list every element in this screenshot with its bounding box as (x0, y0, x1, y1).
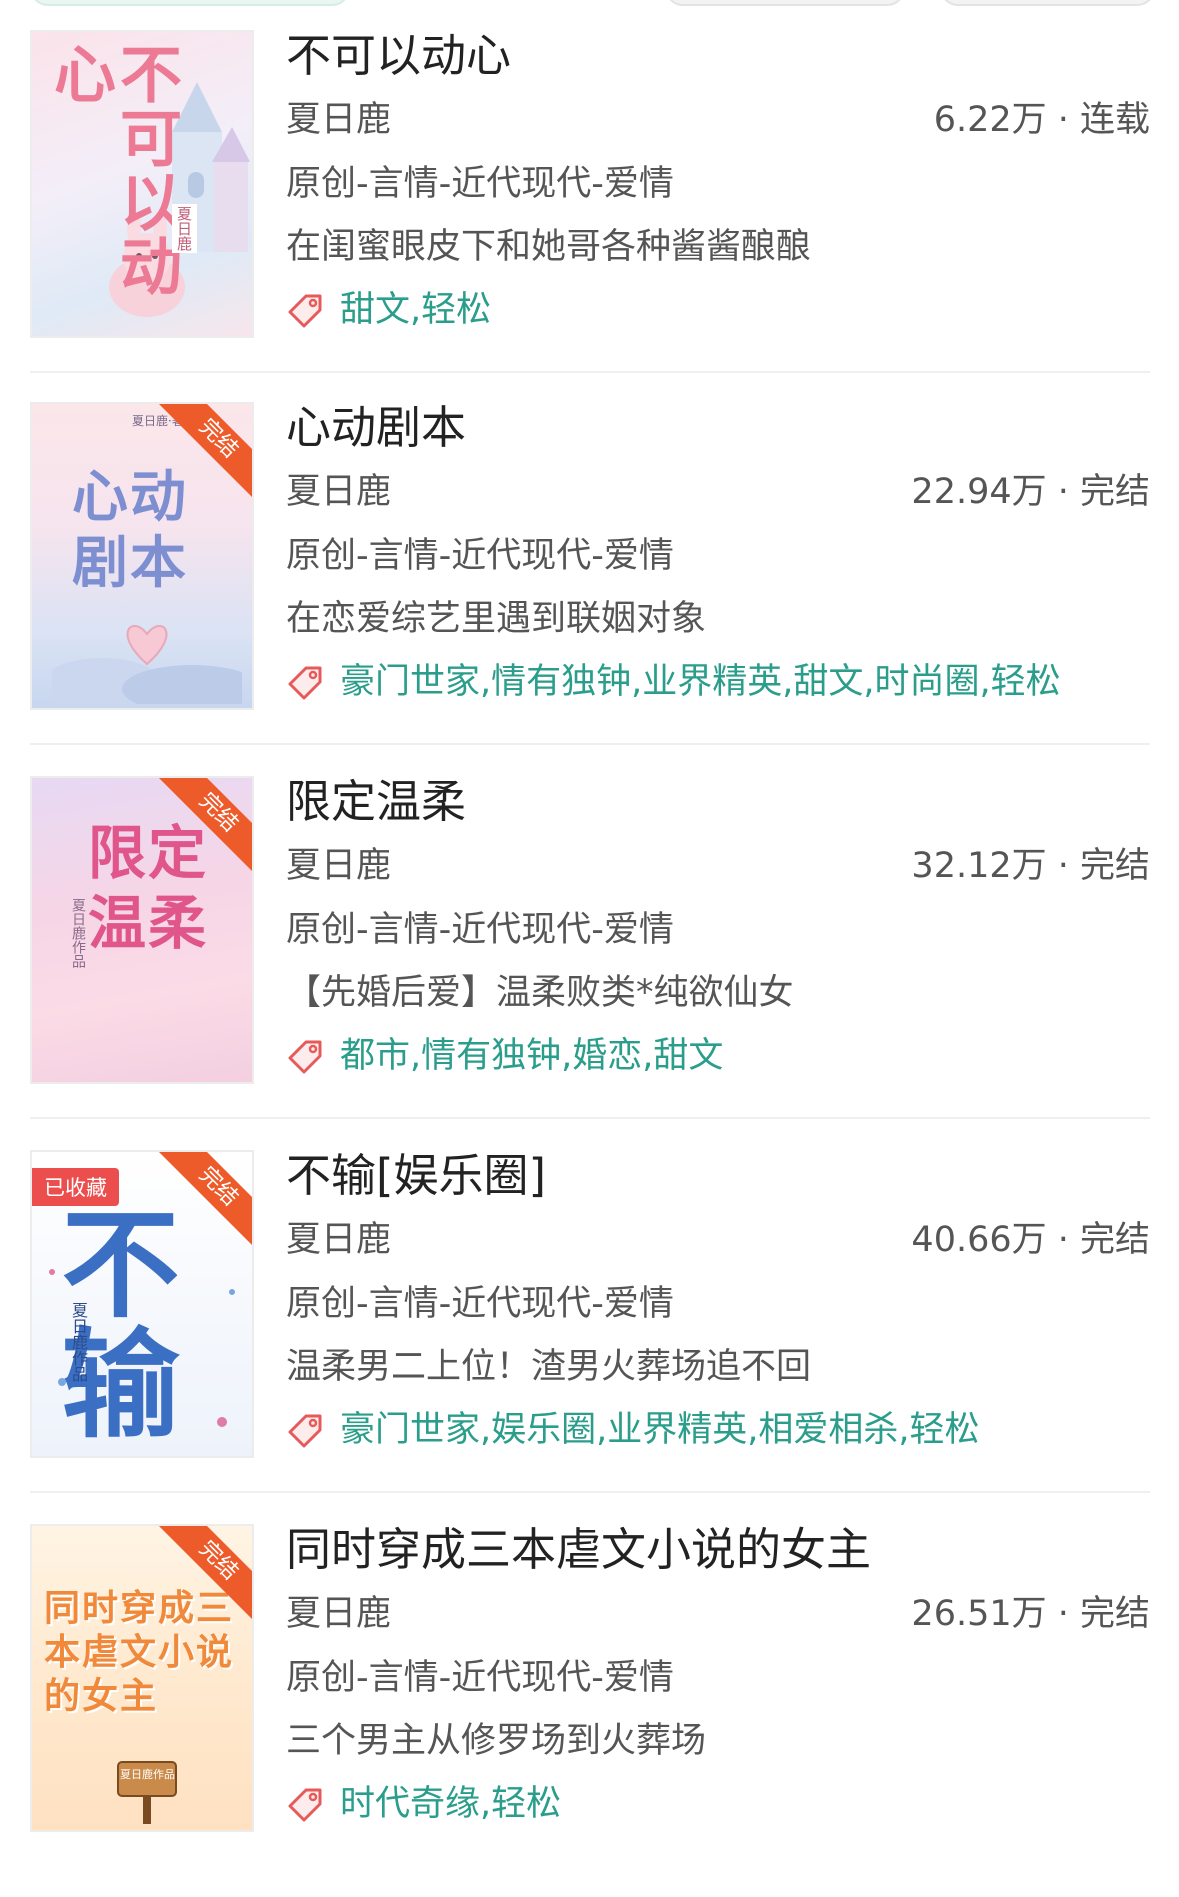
book-info: 心动剧本 夏日鹿 22.94万 · 完结 原创-言情-近代现代-爱情 在恋爱综艺… (286, 401, 1150, 710)
cover-author-text: 夏日鹿作品 (69, 1302, 88, 1382)
book-tags-row: 豪门世家,情有独钟,业界精英,甜文,时尚圈,轻松 (286, 658, 1061, 706)
book-category: 原创-言情-近代现代-爱情 (286, 1284, 674, 1324)
book-tags: 时代奇缘,轻松 (340, 1784, 562, 1824)
book-stats: 26.51万 · 完结 (911, 1594, 1150, 1634)
book-cover[interactable]: 限定温柔 夏日鹿作品 完结 (30, 776, 254, 1084)
tag-icon (288, 294, 322, 328)
cover-title-text: 同时穿成三本虐文小说的女主 (44, 1587, 235, 1717)
book-title[interactable]: 不输[娱乐圈] (286, 1146, 546, 1206)
book-list-item[interactable]: 不输 夏日鹿作品 完结 已收藏 不输[娱乐圈] 夏日鹿 40.66万 · 完结 … (30, 1149, 1150, 1523)
book-summary: 在恋爱综艺里遇到联姻对象 (286, 599, 707, 639)
book-category: 原创-言情-近代现代-爱情 (286, 164, 674, 204)
book-tags-row: 都市,情有独钟,婚恋,甜文 (286, 1032, 723, 1080)
book-author[interactable]: 夏日鹿 (286, 468, 391, 516)
top-filter-bar (0, 0, 1179, 8)
book-title[interactable]: 心动剧本 (286, 398, 466, 458)
tag-icon (288, 1788, 322, 1822)
filter-pill[interactable] (940, 0, 1155, 6)
book-title[interactable]: 不可以动心 (286, 26, 511, 86)
filter-pill[interactable] (665, 0, 905, 6)
cover-title-text: 心动剧本 (72, 464, 188, 596)
book-cover[interactable]: 不可以动心 夏日鹿 (30, 30, 254, 338)
cover-title-text: 限定温柔 (88, 819, 209, 957)
book-tags-row: 豪门世家,娱乐圈,业界精英,相爱相杀,轻松 (286, 1406, 980, 1454)
book-list-item[interactable]: 同时穿成三本虐文小说的女主 夏日鹿作品 完结 同时穿成三本虐文小说的女主 夏日鹿… (30, 1523, 1150, 1897)
book-list-item[interactable]: 夏日鹿·著 心动剧本 完结 心动剧本 夏日鹿 22.94万 · 完结 原创-言情… (30, 401, 1150, 775)
cover-author-text: 夏日鹿 (172, 204, 197, 253)
tag-icon (288, 1040, 322, 1074)
book-cover[interactable]: 同时穿成三本虐文小说的女主 夏日鹿作品 完结 (30, 1524, 254, 1832)
book-title[interactable]: 限定温柔 (286, 772, 466, 832)
book-info: 不可以动心 夏日鹿 6.22万 · 连载 原创-言情-近代现代-爱情 在闺蜜眼皮… (286, 29, 1150, 338)
book-cover[interactable]: 不输 夏日鹿作品 完结 已收藏 (30, 1150, 254, 1458)
book-category: 原创-言情-近代现代-爱情 (286, 536, 674, 576)
book-author[interactable]: 夏日鹿 (286, 842, 391, 890)
book-stats: 32.12万 · 完结 (911, 846, 1150, 886)
book-tags: 都市,情有独钟,婚恋,甜文 (340, 1036, 724, 1076)
book-category: 原创-言情-近代现代-爱情 (286, 910, 674, 950)
book-author[interactable]: 夏日鹿 (286, 96, 391, 144)
cover-author-text: 夏日鹿作品 (70, 898, 86, 968)
book-summary: 在闺蜜眼皮下和她哥各种酱酱酿酿 (286, 227, 812, 267)
book-stats: 22.94万 · 完结 (911, 472, 1150, 512)
filter-pill-active[interactable] (30, 0, 350, 6)
favorited-badge: 已收藏 (32, 1168, 119, 1206)
cover-author-text: 夏日鹿作品 (120, 1768, 175, 1781)
tag-icon (288, 1414, 322, 1448)
book-list-item[interactable]: 限定温柔 夏日鹿作品 完结 限定温柔 夏日鹿 32.12万 · 完结 原创-言情… (30, 775, 1150, 1149)
divider (30, 1491, 1150, 1493)
divider (30, 371, 1150, 373)
book-stats: 6.22万 · 连载 (933, 100, 1150, 140)
book-tags-row: 时代奇缘,轻松 (286, 1780, 561, 1828)
book-tags: 豪门世家,娱乐圈,业界精英,相爱相杀,轻松 (340, 1410, 980, 1450)
book-author[interactable]: 夏日鹿 (286, 1216, 391, 1264)
book-summary: 【先婚后爱】温柔败类*纯欲仙女 (286, 973, 794, 1013)
book-stats: 40.66万 · 完结 (911, 1220, 1150, 1260)
book-cover[interactable]: 夏日鹿·著 心动剧本 完结 (30, 402, 254, 710)
book-summary: 温柔男二上位！渣男火葬场追不回 (286, 1347, 812, 1387)
cover-title-text: 不可以动心 (43, 42, 182, 298)
divider (30, 1117, 1150, 1119)
book-author[interactable]: 夏日鹿 (286, 1590, 391, 1638)
book-tags: 甜文,轻松 (340, 290, 492, 330)
book-tags-row: 甜文,轻松 (286, 286, 491, 334)
book-info: 不输[娱乐圈] 夏日鹿 40.66万 · 完结 原创-言情-近代现代-爱情 温柔… (286, 1149, 1150, 1458)
clouds-illustration (52, 624, 242, 704)
book-title[interactable]: 同时穿成三本虐文小说的女主 (286, 1520, 871, 1580)
book-info: 限定温柔 夏日鹿 32.12万 · 完结 原创-言情-近代现代-爱情 【先婚后爱… (286, 775, 1150, 1084)
book-summary: 三个男主从修罗场到火葬场 (286, 1721, 707, 1761)
book-list-item[interactable]: 不可以动心 夏日鹿 不可以动心 夏日鹿 6.22万 · 连载 原创-言情-近代现… (30, 29, 1150, 403)
divider (30, 743, 1150, 745)
book-info: 同时穿成三本虐文小说的女主 夏日鹿 26.51万 · 完结 原创-言情-近代现代… (286, 1523, 1150, 1832)
book-tags: 豪门世家,情有独钟,业界精英,甜文,时尚圈,轻松 (340, 662, 1061, 702)
book-category: 原创-言情-近代现代-爱情 (286, 1658, 674, 1698)
tag-icon (288, 666, 322, 700)
